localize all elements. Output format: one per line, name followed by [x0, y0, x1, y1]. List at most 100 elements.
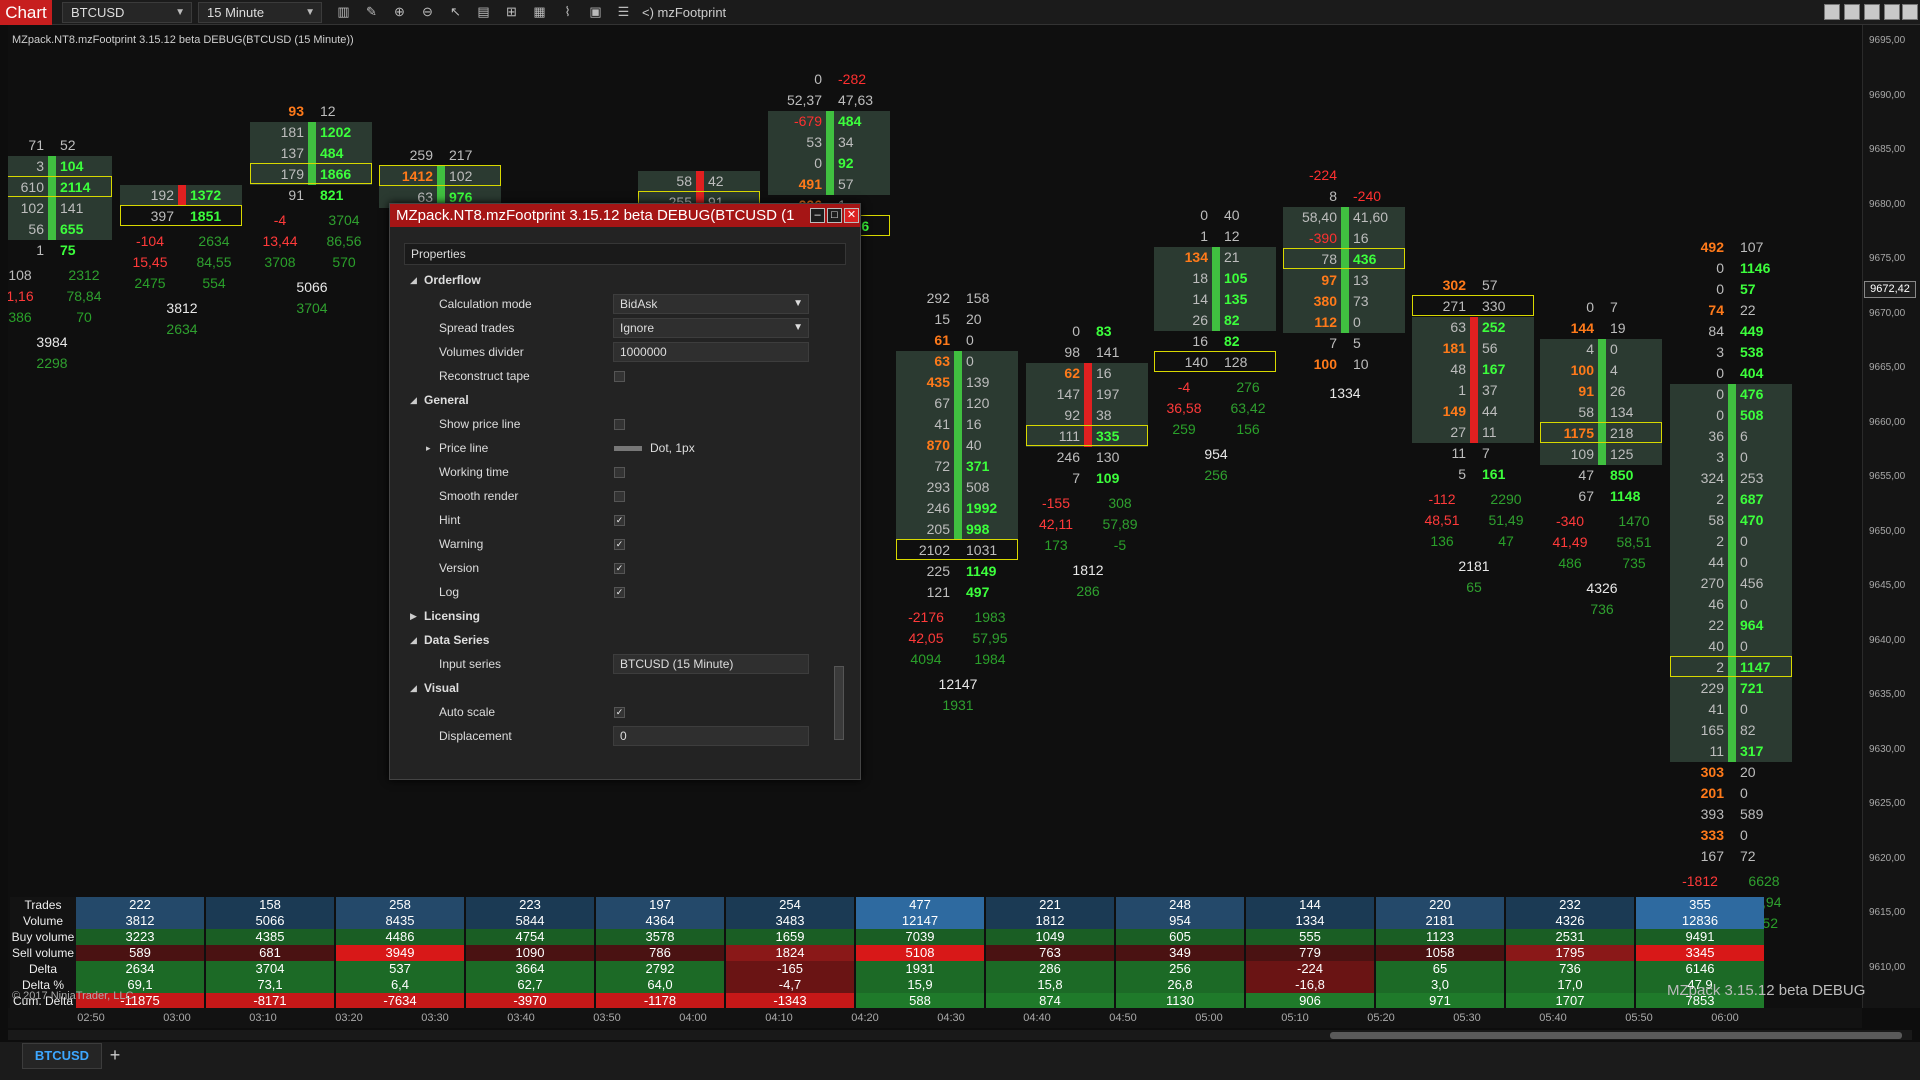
property-row[interactable]: Log ✓ — [404, 580, 829, 604]
expand-arrow-icon[interactable]: ▸ — [426, 436, 431, 460]
minimize-icon[interactable]: – — [810, 208, 825, 223]
pencil-icon[interactable]: ✎ — [362, 3, 381, 21]
minimize-icon[interactable] — [1864, 4, 1880, 20]
collapse-triangle-icon[interactable]: ▶ — [410, 604, 417, 628]
ask-volume: 0 — [1740, 533, 1748, 549]
checkbox[interactable]: ✓ — [614, 563, 625, 574]
checkbox[interactable] — [614, 371, 625, 382]
close-icon[interactable] — [1902, 4, 1918, 20]
scrollbar-thumb[interactable] — [1330, 1032, 1902, 1039]
checkbox[interactable]: ✓ — [614, 539, 625, 550]
properties-icon[interactable]: ▣ — [586, 3, 605, 21]
bid-volume: 14 — [1192, 291, 1208, 307]
stat-left: 42,05 — [908, 630, 944, 646]
property-row[interactable]: Reconstruct tape — [404, 364, 829, 388]
property-value[interactable]: BidAsk ▼ — [613, 294, 809, 314]
stats-cell: 4326 — [1506, 913, 1634, 929]
stat-left: 2475 — [134, 275, 166, 291]
price-axis[interactable]: 9695,00 9690,00 9685,00 9680,00 9675,00 9670,… — [1862, 25, 1920, 1008]
property-row[interactable]: Spread trades Ignore ▼ — [404, 316, 829, 340]
property-row[interactable]: Working time — [404, 460, 829, 484]
expand-triangle-icon[interactable]: ◢ — [410, 268, 417, 292]
tab-btcusd[interactable]: BTCUSD — [22, 1043, 102, 1069]
stats-cell: 1123 — [1376, 929, 1504, 945]
properties-dialog: MZpack.NT8.mzFootprint 3.15.12 beta DEBU… — [389, 203, 861, 780]
property-row[interactable]: Auto scale ✓ — [404, 700, 829, 724]
expand-triangle-icon[interactable]: ◢ — [410, 388, 417, 412]
property-row[interactable]: Volumes divider 1000000 — [404, 340, 829, 364]
bid-volume: 71 — [28, 137, 44, 153]
zoom-in-icon[interactable]: ⊕ — [390, 3, 409, 21]
property-row[interactable]: Calculation mode BidAsk ▼ — [404, 292, 829, 316]
ask-volume: 40 — [1224, 207, 1240, 223]
property-row[interactable]: Version ✓ — [404, 556, 829, 580]
close-icon[interactable]: ✕ — [844, 208, 859, 223]
property-row[interactable]: ◢ Data Series — [404, 628, 829, 652]
window-restore-icon[interactable] — [1844, 4, 1860, 20]
checkbox[interactable]: ✓ — [614, 515, 625, 526]
add-tab-button[interactable]: + — [105, 1043, 125, 1069]
bar-total-volume: 2181 — [1458, 558, 1490, 574]
checkbox[interactable]: ✓ — [614, 587, 625, 598]
bid-volume: 292 — [926, 290, 950, 306]
copyright-text: © 2017 NinjaTrader, LLC — [12, 990, 134, 1002]
stats-cell: 1824 — [726, 945, 854, 961]
property-value[interactable]: 1000000 — [613, 342, 809, 362]
bar-type-icon[interactable]: ▥ — [334, 3, 353, 21]
checkbox[interactable] — [614, 491, 625, 502]
checkbox[interactable]: ✓ — [614, 707, 625, 718]
dialog-title[interactable]: MZpack.NT8.mzFootprint 3.15.12 beta DEBU… — [390, 204, 860, 227]
property-row[interactable]: Hint ✓ — [404, 508, 829, 532]
window-tile-icon[interactable] — [1824, 4, 1840, 20]
property-row[interactable]: ◢ Visual — [404, 676, 829, 700]
stats-cell: 286 — [986, 961, 1114, 977]
interval-selector[interactable]: 15 Minute ▼ — [198, 2, 322, 23]
chart-canvas[interactable]: 71 52 3 104 610 2114 102 141 56 655 1 75 108 2312 1,16… — [8, 25, 1862, 1008]
data-box-icon[interactable]: ▤ — [474, 3, 493, 21]
property-value[interactable]: 0 — [613, 726, 809, 746]
bid-volume: 58 — [1578, 404, 1594, 420]
indicator-shortcut[interactable]: <) mzFootprint — [642, 0, 726, 25]
stats-cell: -7634 — [336, 993, 464, 1009]
zoom-out-icon[interactable]: ⊖ — [418, 3, 437, 21]
property-row[interactable]: ▸ Price line Dot, 1px — [404, 436, 829, 460]
stat-left: 1,16 — [8, 288, 34, 304]
pointer-icon[interactable]: ↖ — [446, 3, 465, 21]
property-row[interactable]: Input series BTCUSD (15 Minute) — [404, 652, 829, 676]
property-row[interactable]: ▶ Licensing — [404, 604, 829, 628]
instrument-selector[interactable]: BTCUSD ▼ — [62, 2, 192, 23]
property-row[interactable]: Displacement 0 — [404, 724, 829, 748]
property-label: Spread trades — [439, 321, 515, 335]
expand-triangle-icon[interactable]: ◢ — [410, 628, 417, 652]
property-row[interactable]: Warning ✓ — [404, 532, 829, 556]
bar-total-volume: 1334 — [1329, 385, 1361, 401]
candle-body — [826, 111, 834, 195]
property-row[interactable]: ◢ General — [404, 388, 829, 412]
bid-volume: 74 — [1708, 302, 1724, 318]
maximize-icon[interactable]: □ — [827, 208, 842, 223]
property-row[interactable]: Smooth render — [404, 484, 829, 508]
checkbox[interactable] — [614, 419, 625, 430]
expand-triangle-icon[interactable]: ◢ — [410, 676, 417, 700]
time-axis[interactable]: 02:50 03:00 03:10 03:20 03:30 03:40 03:50 04:00… — [8, 1008, 1862, 1028]
property-row[interactable]: Show price line — [404, 412, 829, 436]
properties-scrollbar[interactable] — [834, 666, 844, 740]
chevron-down-icon: ▼ — [793, 322, 803, 333]
stats-cell: 3949 — [336, 945, 464, 961]
stat-left: 41,49 — [1552, 534, 1588, 550]
checkbox[interactable] — [614, 467, 625, 478]
bar-total-volume: 12147 — [938, 676, 978, 692]
ask-volume: 0 — [966, 332, 974, 348]
bid-volume: 181 — [280, 124, 304, 140]
property-value[interactable]: BTCUSD (15 Minute) — [613, 654, 809, 674]
list-icon[interactable]: ☰ — [614, 3, 633, 21]
property-value[interactable]: Ignore ▼ — [613, 318, 809, 338]
maximize-icon[interactable] — [1884, 4, 1900, 20]
property-row[interactable]: ◢ Orderflow — [404, 268, 829, 292]
chart-tab[interactable]: Chart — [0, 0, 52, 25]
strategies-icon[interactable]: ⌇ — [558, 3, 577, 21]
chart-trader-icon[interactable]: ▦ — [530, 3, 549, 21]
bid-volume: 97 — [1321, 272, 1337, 288]
bid-volume: 144 — [1570, 320, 1594, 336]
crosshair-icon[interactable]: ⊞ — [502, 3, 521, 21]
